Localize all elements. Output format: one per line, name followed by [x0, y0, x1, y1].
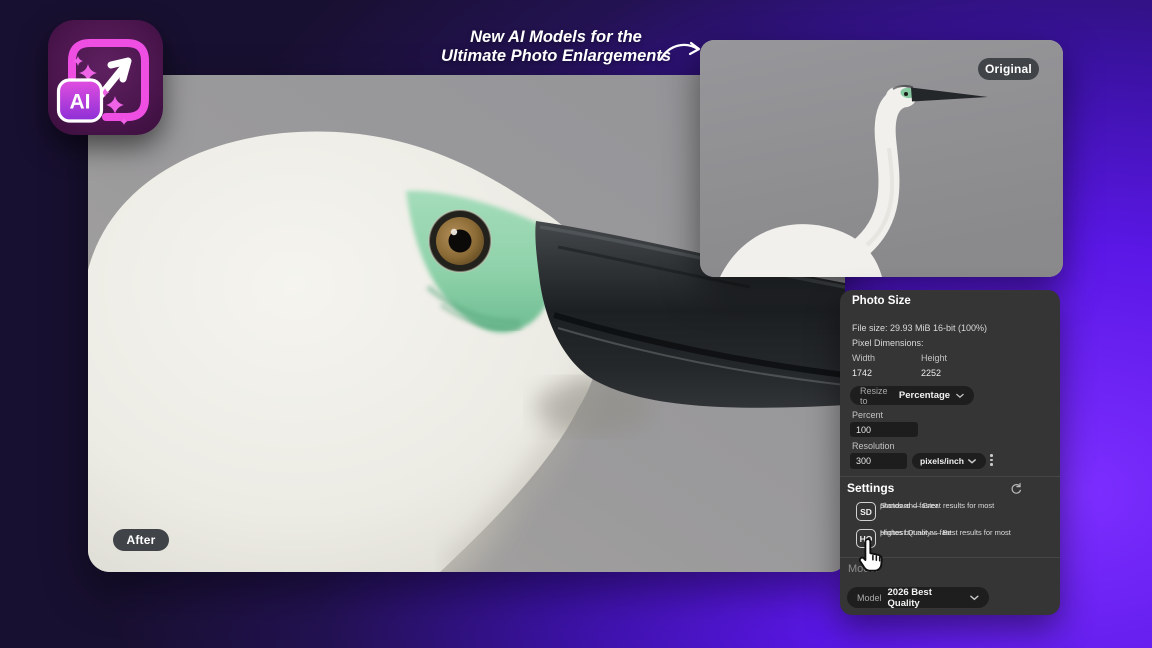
resolution-label: Resolution — [852, 441, 895, 451]
model-value: 2026 Best Quality — [887, 586, 932, 609]
resize-to-value: Percentage — [898, 390, 951, 401]
resize-to-dropdown[interactable]: Resize to Percentage — [850, 385, 974, 406]
file-size-text: File size: 29.93 MiB 16-bit (100%) — [852, 323, 988, 333]
chevron-down-icon — [970, 595, 979, 600]
resolution-input[interactable] — [850, 453, 907, 469]
width-label: Width — [852, 353, 876, 363]
photo-size-panel: Photo Size File size: 29.93 MiB 16-bit (… — [840, 290, 1060, 615]
percent-label: Percent — [852, 410, 884, 420]
settings-title: Settings — [847, 481, 895, 495]
width-value: 1742 — [852, 368, 873, 378]
model-dropdown[interactable]: Model 2026 Best Quality — [847, 586, 989, 609]
model-label: Model — [857, 592, 882, 603]
app-logo: AI — [48, 20, 163, 135]
enlarge-ai-icon: AI — [56, 39, 149, 125]
resolution-unit: pixels/inch — [920, 456, 964, 466]
hand-pointer-cursor-icon — [858, 538, 883, 572]
resize-to-label: Resize to — [860, 385, 888, 406]
curved-arrow-icon — [659, 41, 701, 61]
standard-quality-option[interactable]: SD — [856, 502, 876, 521]
original-badge: Original — [978, 58, 1039, 80]
ai-label: AI — [70, 91, 91, 114]
reset-icon[interactable] — [1010, 482, 1023, 495]
chevron-down-icon — [956, 393, 964, 398]
resolution-unit-dropdown[interactable]: pixels/inch — [912, 453, 986, 469]
height-label: Height — [921, 353, 948, 363]
divider — [840, 476, 1060, 477]
after-badge: After — [113, 529, 169, 551]
pixel-dimensions-label: Pixel Dimensions: — [852, 338, 924, 348]
percent-input[interactable] — [850, 422, 918, 437]
standard-line2: photos and faster — [880, 501, 938, 510]
highest-line2: photos but not as fast — [880, 528, 952, 537]
height-value: 2252 — [921, 368, 942, 378]
chevron-down-icon — [968, 458, 976, 464]
kebab-menu-icon[interactable] — [990, 454, 993, 466]
panel-title: Photo Size — [852, 295, 911, 307]
